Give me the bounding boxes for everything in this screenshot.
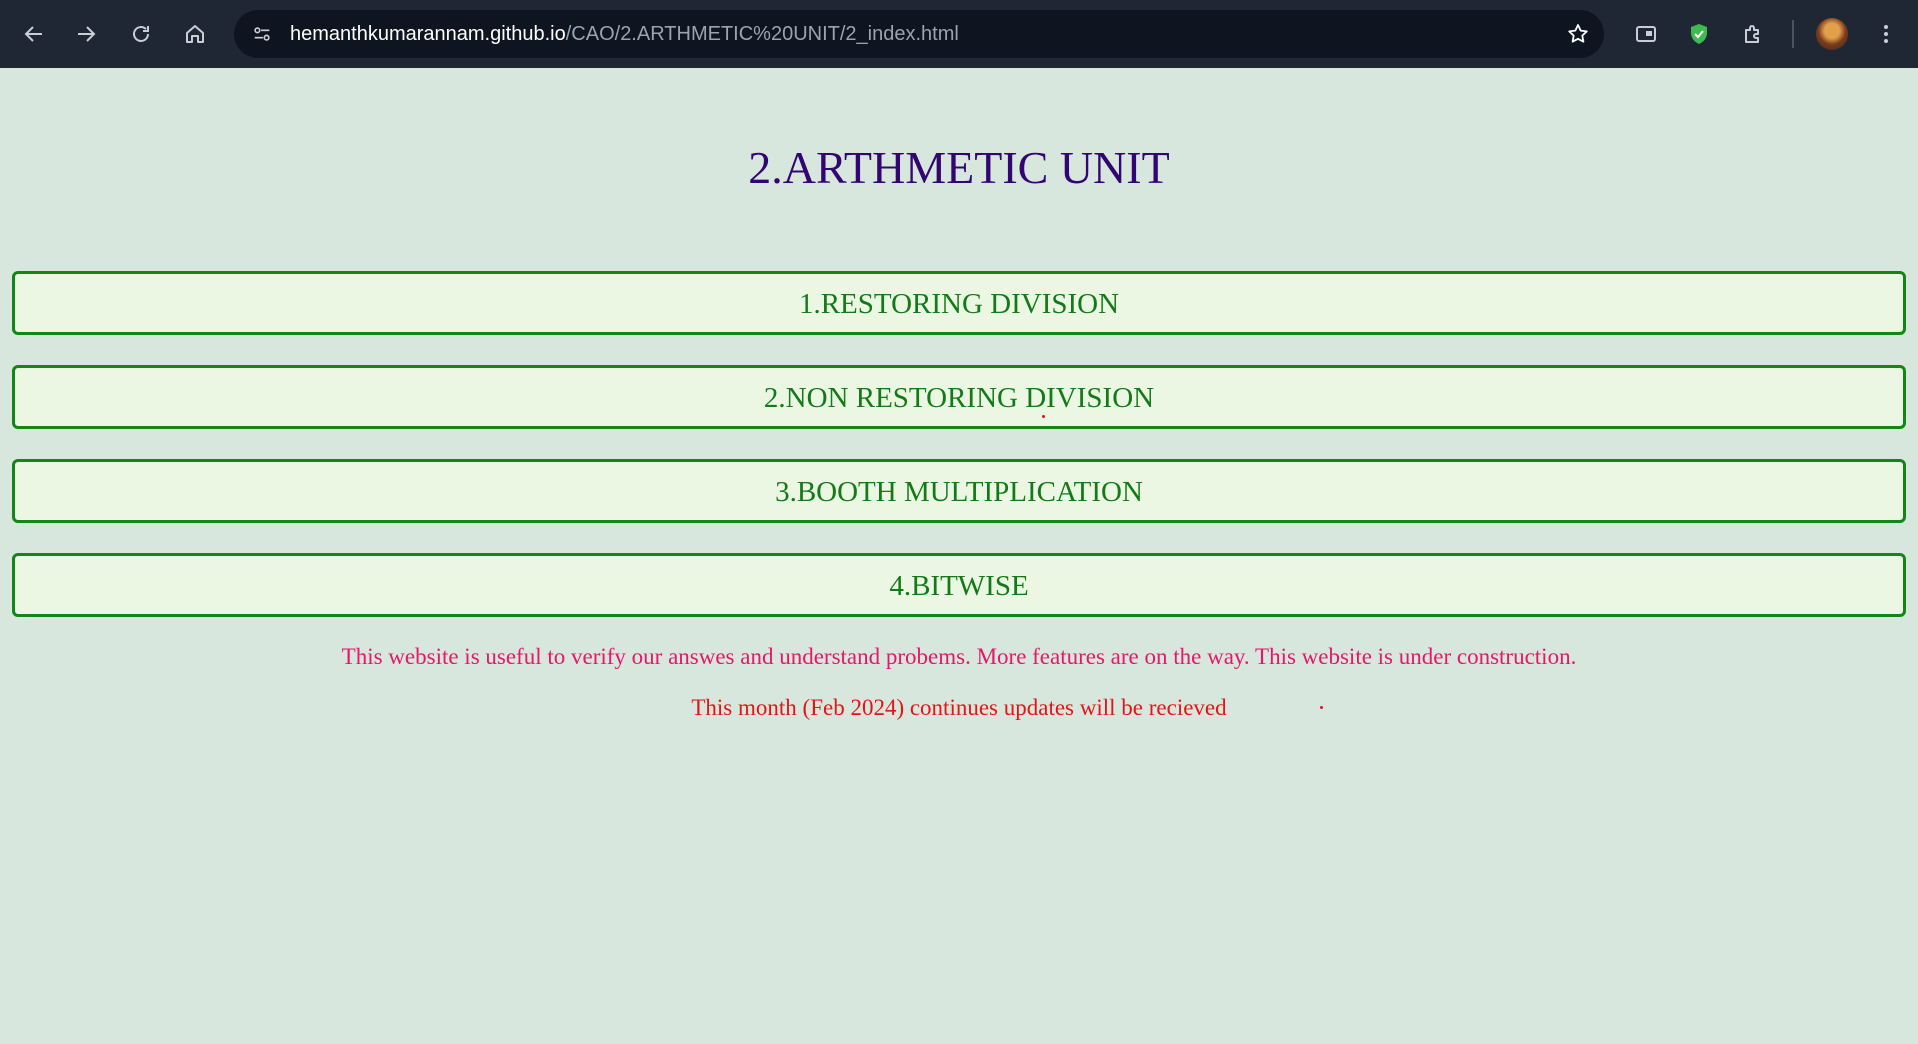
profile-avatar[interactable] bbox=[1816, 18, 1848, 50]
url-path: /CAO/2.ARTHMETIC%20UNIT/2_index.html bbox=[565, 23, 959, 45]
home-button[interactable] bbox=[175, 14, 215, 54]
booth-multiplication-button[interactable]: 3.BOOTH MULTIPLICATION bbox=[12, 459, 1906, 523]
reload-button[interactable] bbox=[121, 14, 161, 54]
back-arrow-icon bbox=[24, 26, 42, 42]
toolbar-separator bbox=[1792, 20, 1794, 48]
reload-icon bbox=[133, 26, 149, 42]
restoring-division-button[interactable]: 1.RESTORING DIVISION bbox=[12, 271, 1906, 335]
home-icon bbox=[186, 25, 204, 43]
url-host: hemanthkumarannam.github.io bbox=[290, 23, 566, 45]
site-info-button[interactable] bbox=[246, 18, 278, 50]
extensions-puzzle-icon bbox=[1745, 25, 1759, 43]
extensions-button[interactable] bbox=[1733, 14, 1773, 54]
more-menu-icon bbox=[1884, 25, 1888, 43]
reading-mode-button[interactable] bbox=[1626, 14, 1666, 54]
page-title: 2.ARTHMETIC UNIT bbox=[748, 142, 1170, 193]
forward-button[interactable] bbox=[66, 14, 106, 54]
bookmark-star-icon bbox=[1568, 24, 1588, 43]
shield-extension-button[interactable] bbox=[1679, 14, 1719, 54]
bitwise-button[interactable]: 4.BITWISE bbox=[12, 553, 1906, 617]
url-text[interactable]: hemanthkumarannam.github.io/CAO/2.ARTHME… bbox=[290, 10, 959, 58]
site-info-icon bbox=[254, 27, 270, 41]
update-note: This month (Feb 2024) continues updates … bbox=[691, 695, 1227, 720]
info-note: This website is useful to verify our ans… bbox=[341, 644, 1577, 669]
stray-dot bbox=[1320, 706, 1323, 709]
back-button[interactable] bbox=[14, 14, 54, 54]
bookmark-button[interactable] bbox=[1562, 18, 1594, 50]
stray-dot bbox=[1042, 415, 1045, 418]
browser-toolbar: hemanthkumarannam.github.io/CAO/2.ARTHME… bbox=[0, 0, 1918, 68]
more-menu-button[interactable] bbox=[1866, 14, 1906, 54]
forward-arrow-icon bbox=[78, 26, 96, 42]
address-bar[interactable]: hemanthkumarannam.github.io/CAO/2.ARTHME… bbox=[234, 10, 1604, 58]
shield-extension-icon bbox=[1691, 24, 1707, 44]
reading-mode-icon bbox=[1636, 26, 1656, 42]
non-restoring-division-button[interactable]: 2.NON RESTORING DIVISION bbox=[12, 365, 1906, 429]
